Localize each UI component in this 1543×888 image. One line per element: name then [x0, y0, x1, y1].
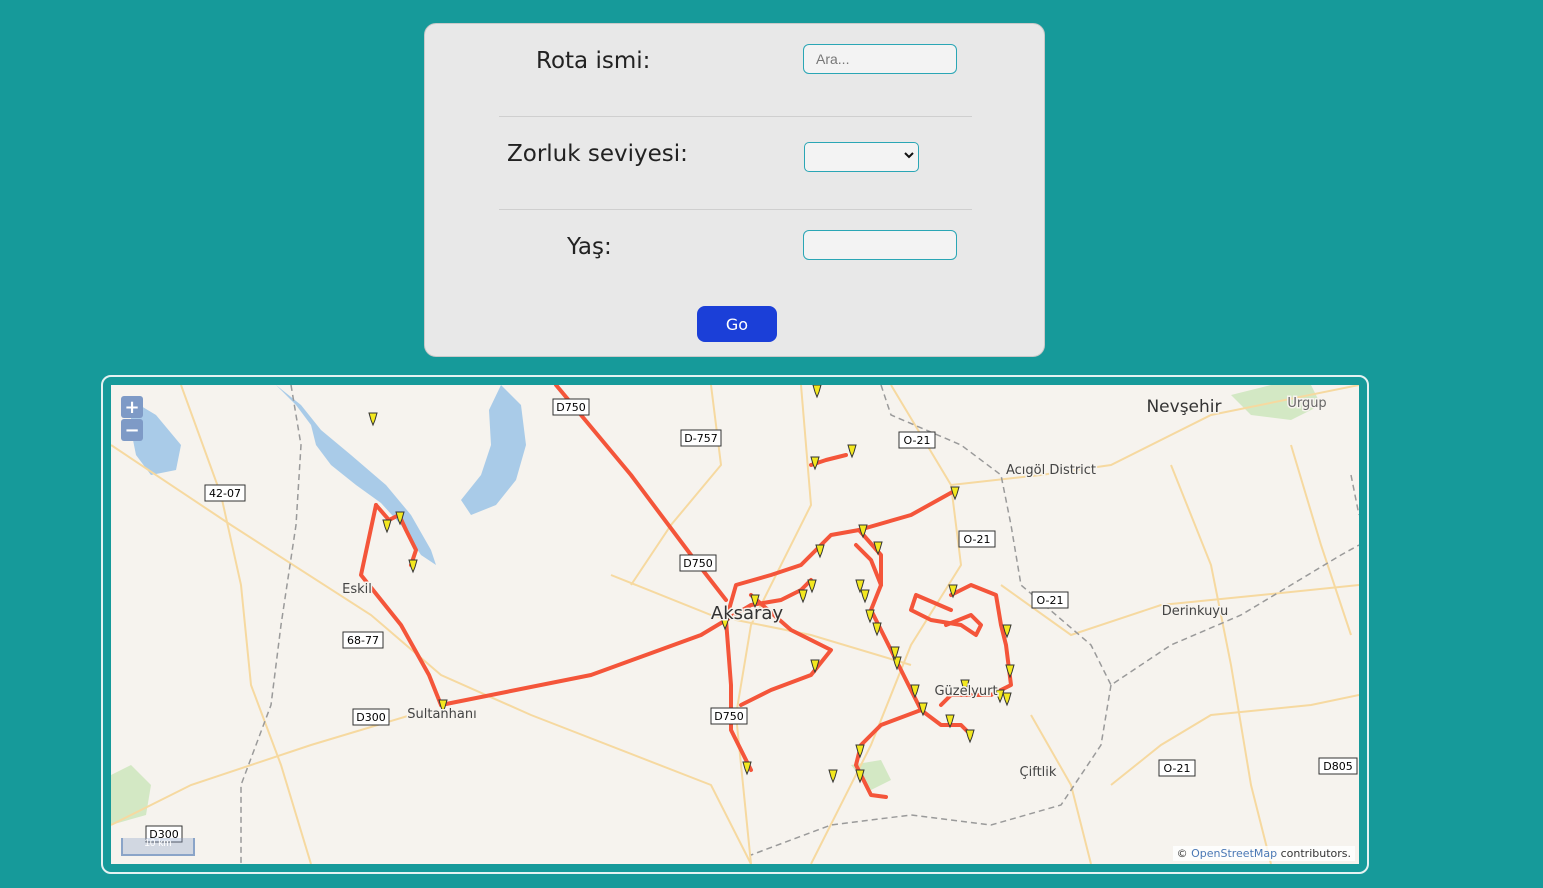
marker-pin-icon: [742, 761, 752, 776]
go-button[interactable]: Go: [697, 306, 777, 342]
place-label: Nevşehir: [1146, 397, 1221, 417]
place-label: Eskil: [342, 582, 372, 597]
place-label: Acıgöl District: [1006, 463, 1096, 478]
difficulty-select[interactable]: [804, 142, 919, 172]
road-shield: O-21: [1031, 591, 1069, 609]
road-shield: D-757: [680, 429, 722, 447]
openstreetmap-link[interactable]: OpenStreetMap: [1191, 847, 1277, 860]
difficulty-label: Zorluk seviyesi:: [507, 141, 688, 167]
marker-pin-icon: [828, 769, 838, 784]
route-name-input[interactable]: [803, 44, 957, 74]
place-label: Aksaray: [711, 603, 784, 624]
marker-pin-icon: [798, 589, 808, 604]
marker-pin-icon: [965, 729, 975, 744]
form-divider: [499, 209, 972, 210]
svg-text:D750: D750: [683, 557, 712, 570]
lake: [461, 385, 526, 515]
route-map[interactable]: D750 D-757 O-21 42-07 D750 O-21 O-21 68-…: [111, 385, 1359, 864]
svg-text:42-07: 42-07: [209, 487, 241, 500]
district-boundaries: [240, 385, 1359, 864]
road-shield: O-21: [958, 530, 996, 548]
attribution-prefix: ©: [1176, 847, 1192, 860]
road-shield: O-21: [1158, 759, 1196, 777]
zoom-out-button[interactable]: −: [121, 419, 143, 441]
route-line: [439, 618, 728, 707]
marker-pin-icon: [872, 622, 882, 637]
marker-pin-icon: [810, 456, 820, 471]
road-shield: D300: [352, 708, 390, 726]
zoom-in-button[interactable]: +: [121, 396, 143, 418]
chevron-down-icon: [904, 148, 914, 165]
marker-pin-icon: [408, 559, 418, 574]
route-line: [724, 488, 958, 622]
road-shield: D805: [1318, 757, 1358, 775]
place-label: Urgup: [1287, 396, 1326, 411]
svg-text:D750: D750: [714, 710, 743, 723]
svg-text:O-21: O-21: [964, 533, 991, 546]
marker-pin-icon: [810, 659, 820, 674]
marker-pin-icon: [1005, 664, 1015, 679]
svg-text:O-21: O-21: [904, 434, 931, 447]
svg-text:D300: D300: [356, 711, 385, 724]
route-search-form: Rota ismi: Zorluk seviyesi: Yaş: Go: [424, 23, 1045, 357]
marker-pin-icon: [860, 589, 870, 604]
marker-pin-icon: [812, 385, 822, 399]
place-label: Sultanhanı: [407, 707, 476, 722]
background-roads: [111, 385, 1359, 864]
map-canvas[interactable]: D750 D-757 O-21 42-07 D750 O-21 O-21 68-…: [111, 385, 1359, 864]
place-label: Güzelyurt: [934, 684, 997, 699]
place-label: Çiftlik: [1020, 765, 1057, 780]
age-label: Yaş:: [567, 234, 612, 260]
marker-pin-icon: [1002, 692, 1012, 707]
marker-pin-icon: [368, 412, 378, 427]
form-divider: [499, 116, 972, 117]
attribution-suffix: contributors.: [1277, 847, 1351, 860]
svg-text:D-757: D-757: [684, 432, 717, 445]
place-label: Derinkuyu: [1162, 604, 1229, 619]
map-scale-bar: 10 km: [121, 838, 195, 856]
route-line: [359, 503, 443, 707]
svg-text:D805: D805: [1323, 760, 1352, 773]
marker-pin-icon: [865, 609, 875, 624]
age-input[interactable]: [803, 230, 957, 260]
road-shield: 42-07: [204, 484, 246, 502]
map-attribution: © OpenStreetMap contributors.: [1172, 846, 1355, 861]
svg-text:68-77: 68-77: [347, 634, 379, 647]
road-shield: D750: [679, 554, 717, 572]
marker-pin-icon: [807, 579, 817, 594]
marker-pin-icon: [382, 519, 392, 534]
marker-pin-icon: [847, 444, 857, 459]
svg-text:O-21: O-21: [1037, 594, 1064, 607]
svg-text:O-21: O-21: [1164, 762, 1191, 775]
route-name-label: Rota ismi:: [536, 48, 651, 74]
road-shield: D750: [710, 707, 748, 725]
marker-pin-icon: [815, 544, 825, 559]
road-shield: O-21: [898, 431, 936, 449]
road-shield: D750: [552, 398, 590, 416]
svg-text:D750: D750: [556, 401, 585, 414]
road-shield: 68-77: [342, 631, 384, 649]
